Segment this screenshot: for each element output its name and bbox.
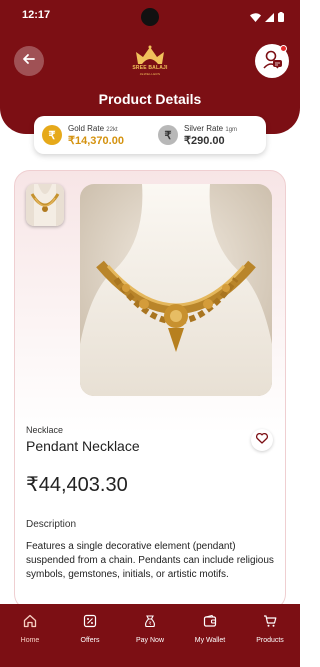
rupee-coin-icon: ₹	[158, 125, 178, 145]
offers-icon	[83, 614, 97, 633]
pay-now-icon: ₹	[143, 614, 157, 633]
notification-dot	[280, 45, 287, 52]
svg-text:₹: ₹	[149, 621, 152, 627]
product-price: ₹44,403.30	[26, 474, 128, 496]
status-icons	[250, 9, 284, 27]
battery-icon	[278, 9, 284, 27]
gold-rate-label: Gold Rate 22kt	[68, 123, 118, 133]
heart-icon	[256, 431, 268, 449]
product-category: Necklace	[26, 425, 64, 435]
customer-support-icon	[261, 48, 283, 75]
rupee-coin-icon: ₹	[42, 125, 62, 145]
silver-rate: ₹ Silver Rate 1gm ₹290.00	[150, 116, 266, 154]
crown-icon	[136, 45, 164, 64]
favorite-button[interactable]	[251, 429, 273, 451]
page-title: Product Details	[98, 91, 202, 107]
gold-rate: ₹ Gold Rate 22kt ₹14,370.00	[34, 116, 150, 154]
product-name: Pendant Necklace	[26, 438, 140, 454]
back-button[interactable]	[14, 46, 44, 76]
product-image[interactable]	[80, 184, 272, 396]
nav-products-label: Products	[256, 637, 284, 644]
description-title: Description	[26, 519, 77, 530]
gold-rate-value: ₹14,370.00	[68, 134, 124, 147]
app-header: 12:17 SREE BALAJI JEWELLERS Product Deta…	[0, 0, 300, 134]
support-button[interactable]	[255, 44, 289, 78]
products-icon	[263, 614, 277, 633]
silver-rate-value: ₹290.00	[184, 134, 225, 147]
camera-cutout	[141, 8, 159, 26]
nav-offers[interactable]: Offers	[60, 604, 120, 667]
product-thumbnail[interactable]	[26, 184, 64, 226]
nav-home-label: Home	[20, 637, 40, 644]
arrow-left-icon	[22, 52, 36, 71]
nav-my-wallet[interactable]: My Wallet	[180, 604, 240, 667]
signal-icon	[265, 9, 274, 27]
nav-pay-now[interactable]: ₹ Pay Now	[120, 604, 180, 667]
bottom-nav: Home Offers ₹ Pay Now My Wallet Products	[0, 604, 300, 667]
silver-rate-label: Silver Rate 1gm	[184, 123, 238, 133]
nav-pay-now-label: Pay Now	[135, 637, 164, 644]
brand-logo: SREE BALAJI JEWELLERS	[128, 44, 172, 78]
description-text: Features a single decorative element (pe…	[26, 541, 274, 580]
rates-card: ₹ Gold Rate 22kt ₹14,370.00 ₹ Silver Rat…	[34, 116, 266, 154]
wifi-icon	[250, 9, 261, 27]
status-time: 12:17	[22, 9, 51, 21]
home-icon	[23, 614, 37, 633]
nav-home[interactable]: Home	[0, 604, 60, 667]
wallet-icon	[203, 614, 217, 633]
brand-name: SREE BALAJI	[132, 65, 168, 71]
brand-subtitle: JEWELLERS	[139, 72, 161, 76]
status-bar: 12:17	[0, 0, 300, 30]
nav-my-wallet-label: My Wallet	[194, 637, 226, 644]
nav-products[interactable]: Products	[240, 604, 300, 667]
nav-offers-label: Offers	[80, 637, 100, 644]
